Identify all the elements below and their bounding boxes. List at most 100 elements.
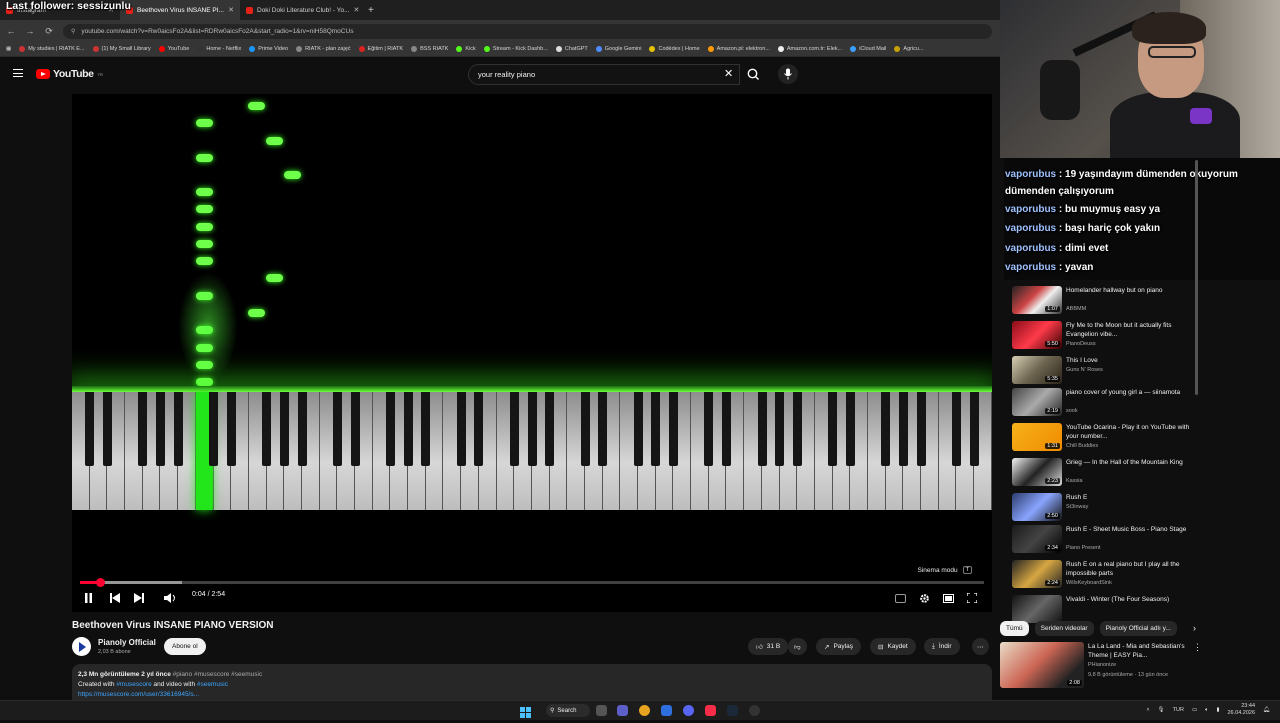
bookmark[interactable]: Codédex | Home <box>649 46 700 52</box>
discord-icon[interactable] <box>683 705 694 716</box>
tab-doki-doki[interactable]: Doki Doki Literature Club! - Yo... ✕ <box>240 0 360 20</box>
bookmark[interactable]: YouTube <box>158 46 189 52</box>
pause-button[interactable] <box>82 591 94 605</box>
bookmark[interactable]: Prime Video <box>249 46 288 52</box>
video-thumbnail[interactable] <box>1012 595 1062 623</box>
bookmark[interactable]: (1) My Small Library <box>92 46 151 52</box>
description-link[interactable]: https://musescore.com/user/33616945/s... <box>78 690 986 700</box>
subtitles-button[interactable] <box>894 591 906 605</box>
windows-start-icon[interactable] <box>520 705 531 718</box>
recommendation-item[interactable]: 1:31 YouTube Ocarina - Play it on YouTube… <box>1012 423 1197 453</box>
video-thumbnail[interactable]: 2:50 <box>1012 493 1062 521</box>
bookmark[interactable]: iCloud Mail <box>850 46 886 52</box>
recommendation-item[interactable]: 2:24 Rush E on a real piano but I play al… <box>1012 560 1197 590</box>
teams-icon[interactable] <box>617 705 628 716</box>
taskbar-search[interactable]: ⚲ Search <box>546 704 590 717</box>
more-actions-button[interactable]: ⋯ <box>972 638 989 655</box>
reload-icon[interactable]: ⟳ <box>44 26 54 37</box>
chevron-up-icon[interactable]: ˄ <box>1146 707 1149 713</box>
bookmark[interactable]: Amazon.com.tr: Elek... <box>777 46 842 52</box>
video-thumbnail[interactable]: 1:07 <box>1012 286 1062 314</box>
recommendation-item[interactable]: 2:19 piano cover of young girl a — siinam… <box>1012 388 1197 418</box>
scrubber-handle[interactable] <box>96 578 106 587</box>
search-button[interactable] <box>740 64 768 85</box>
dislike-button[interactable]: 👎︎ <box>788 638 807 655</box>
menu-icon[interactable] <box>13 69 23 77</box>
progress-bar[interactable] <box>80 578 984 587</box>
save-button[interactable]: ⊟ Kaydet <box>870 638 916 655</box>
video-player[interactable]: Sinema modu T 0:04 / 2:54 <box>72 94 992 612</box>
recommendation-item[interactable]: 5:35 This I Love Guns N' Roses <box>1012 356 1197 386</box>
recommendation-title[interactable]: Rush E <box>1066 493 1191 502</box>
recommendation-title[interactable]: YouTube Ocarina - Play it on YouTube wit… <box>1066 423 1191 441</box>
chip-all[interactable]: Tümü <box>1000 620 1029 636</box>
bookmark[interactable]: RIATK - plan zajęć <box>296 46 351 52</box>
cinema-mode-button[interactable] <box>942 591 954 605</box>
voice-search-button[interactable] <box>778 64 798 84</box>
volume-icon[interactable]: 🔈︎ <box>1205 707 1208 714</box>
video-thumbnail[interactable]: 2:34 <box>1012 525 1062 553</box>
bookmark[interactable]: Amazon.pl: elektron... <box>707 46 770 52</box>
recommendation-title[interactable]: Rush E - Sheet Music Boss - Piano Stage <box>1066 525 1191 534</box>
video-thumbnail[interactable]: 5:50 <box>1012 321 1062 349</box>
subscribe-button[interactable]: Abone ol <box>164 638 206 655</box>
video-thumbnail[interactable]: 5:35 <box>1012 356 1062 384</box>
network-icon[interactable]: ▭ <box>1192 707 1197 713</box>
settings-button[interactable] <box>918 591 930 605</box>
site-info-icon[interactable]: ⚲ <box>71 28 75 35</box>
channel-avatar[interactable] <box>72 637 91 656</box>
bookmark[interactable]: Kick <box>456 46 476 52</box>
sidebar-scrollbar[interactable] <box>1195 160 1198 395</box>
next-button[interactable] <box>133 591 145 605</box>
previous-button[interactable] <box>109 591 121 605</box>
task-view-icon[interactable] <box>596 705 607 716</box>
close-icon[interactable]: ✕ <box>354 6 360 14</box>
recommendation-title[interactable]: Homelander hallway but on piano <box>1066 286 1191 295</box>
bookmark[interactable]: Agricu... <box>894 46 924 52</box>
mute-button[interactable] <box>163 591 177 605</box>
fullscreen-button[interactable] <box>966 591 978 605</box>
music-icon[interactable] <box>705 705 716 716</box>
more-icon[interactable]: ⋮ <box>1193 642 1202 653</box>
recommendation-channel[interactable]: St3inway <box>1066 504 1088 510</box>
recommendation-title[interactable]: Grieg — In the Hall of the Mountain King <box>1066 458 1191 467</box>
microphone-icon[interactable]: 🎙︎ <box>1158 707 1165 713</box>
recommendation-channel[interactable]: WillsKeyboardSink <box>1066 580 1112 586</box>
close-icon[interactable]: ✕ <box>228 6 234 14</box>
bookmark[interactable]: Stream - Kick Dashb... <box>483 46 548 52</box>
bookmark[interactable]: BSS RIATK <box>411 46 448 52</box>
chevron-right-icon[interactable]: › <box>1193 623 1196 633</box>
recommendation-channel[interactable]: ABBMM <box>1066 306 1086 312</box>
battery-icon[interactable]: ▮ <box>1216 707 1219 713</box>
tab-youtube-video[interactable]: Beethoven Virus INSANE PI... ✕ <box>120 0 240 20</box>
url-field[interactable]: ⚲ youtube.com/watch?v=Rw0aicsFo2A&list=RD… <box>63 23 992 39</box>
new-tab-button[interactable]: + <box>360 5 382 16</box>
clock[interactable]: 23:44 26.04.2026 <box>1227 703 1255 717</box>
recommendation-channel[interactable]: sook <box>1066 408 1078 414</box>
obs-icon[interactable] <box>749 705 760 716</box>
language-indicator[interactable]: TUR <box>1173 707 1184 713</box>
recommendation-item[interactable]: 5:50 Fly Me to the Moon but it actually f… <box>1012 321 1197 351</box>
bookmark[interactable]: ChatGPT <box>555 46 588 52</box>
recommendation-item[interactable]: 2:34 Rush E - Sheet Music Boss - Piano St… <box>1012 525 1197 555</box>
video-thumbnail[interactable]: 2:24 <box>1012 560 1062 588</box>
video-thumbnail[interactable]: 2:19 <box>1012 388 1062 416</box>
share-button[interactable]: ↗ Paylaş <box>816 638 861 655</box>
recommendation-title[interactable]: This I Love <box>1066 356 1191 365</box>
bookmark[interactable]: Eğitim | RIATK <box>358 46 403 52</box>
recommendation-channel[interactable]: Piano Present <box>1066 545 1101 551</box>
chip-channel[interactable]: Pianoly Official adlı y... <box>1099 620 1177 636</box>
bookmark[interactable]: Google Gemini <box>595 46 641 52</box>
recommendation-title[interactable]: Fly Me to the Moon but it actually fits … <box>1066 321 1191 339</box>
recommendation-title[interactable]: Rush E on a real piano but I play all th… <box>1066 560 1191 578</box>
channel-name[interactable]: Pianoly Official <box>98 638 156 647</box>
app-icon[interactable] <box>661 705 672 716</box>
bookmark[interactable]: Home - Netflix <box>197 46 241 52</box>
recommendation-item[interactable]: 2:08 La La Land - Mia and Sebastian's Th… <box>1000 642 1200 690</box>
recommendation-channel[interactable]: PHianonize <box>1088 662 1116 668</box>
video-thumbnail[interactable]: 1:31 <box>1012 423 1062 451</box>
clear-search-icon[interactable]: ✕ <box>724 67 733 80</box>
chrome-icon[interactable] <box>639 705 650 716</box>
steam-icon[interactable] <box>727 705 738 716</box>
recommendation-item[interactable]: 1:07 Homelander hallway but on piano ABBMM <box>1012 286 1197 316</box>
